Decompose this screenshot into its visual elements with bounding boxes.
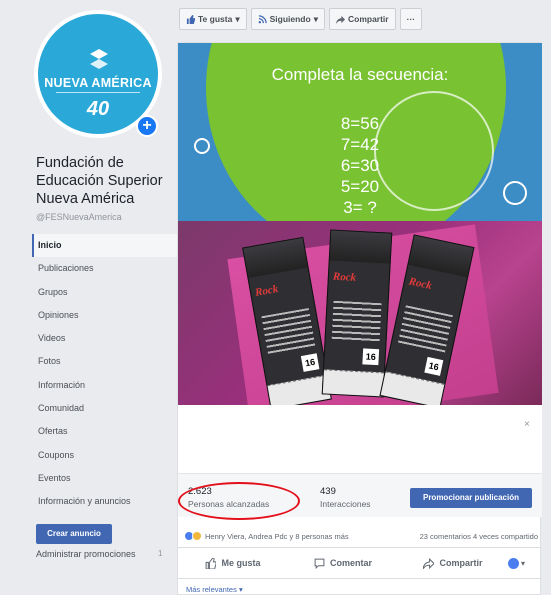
sequence-line: 5=20 xyxy=(340,177,380,196)
sequence-line: 6=30 xyxy=(340,156,380,175)
ticket-number: 16 xyxy=(300,353,320,372)
logo-mark-icon xyxy=(90,49,108,69)
thumbs-up-icon xyxy=(206,557,217,569)
ticket-number: 16 xyxy=(362,348,380,366)
sequence-line: 7=42 xyxy=(340,135,380,154)
following-label: Siguiendo xyxy=(269,14,311,24)
more-options-button[interactable]: ··· xyxy=(399,8,423,30)
reactions-row: Henry Viera, Andrea Pdc y 8 personas más… xyxy=(184,529,538,543)
dropdown-caret-icon: ▾ xyxy=(235,13,240,24)
like-page-label: Te gusta xyxy=(198,14,233,24)
page-action-bar: Te gusta ▾ Siguiendo ▾ Compartir ··· xyxy=(179,8,423,34)
share-page-label: Compartir xyxy=(347,14,389,24)
puzzle-title: Completa la secuencia: xyxy=(271,65,449,84)
nav-item-fotos[interactable]: Fotos xyxy=(32,350,178,373)
puzzle-sequence: 8=56 7=42 6=30 5=20 3= ? xyxy=(178,113,542,218)
audience-selector[interactable]: ▾ xyxy=(508,557,542,569)
comment-button[interactable]: Comentar xyxy=(288,558,398,569)
logo-name: NUEVA AMÉRICA xyxy=(44,76,152,90)
promotions-count: 1 xyxy=(158,549,163,558)
page-nav: Inicio Publicaciones Grupos Opiniones Vi… xyxy=(32,234,178,514)
nav-item-inicio[interactable]: Inicio xyxy=(32,234,178,258)
post-actions: Me gusta Comentar Compartir ▾ xyxy=(178,547,542,579)
nav-item-comunidad[interactable]: Comunidad xyxy=(32,397,178,420)
interactions-label: Interacciones xyxy=(320,499,371,509)
page-handle[interactable]: @FESNuevaAmerica xyxy=(36,212,122,222)
puzzle-image[interactable]: Completa la secuencia: 8=56 7=42 6=30 5=… xyxy=(178,43,542,221)
promote-post-button[interactable]: Promocionar publicación xyxy=(410,488,532,508)
comment-icon xyxy=(314,558,325,569)
sequence-line: 8=56 xyxy=(340,114,380,133)
dropdown-caret-icon: ▾ xyxy=(313,13,318,24)
create-ad-button[interactable]: Crear anuncio xyxy=(36,524,112,544)
ticket-title: Rock xyxy=(407,275,433,293)
like-page-button[interactable]: Te gusta ▾ xyxy=(179,8,247,30)
most-relevant-filter[interactable]: Más relevantes ▾ xyxy=(186,585,243,594)
wow-reaction-icon xyxy=(192,531,202,541)
comment-label: Comentar xyxy=(329,558,372,568)
share-button[interactable]: Compartir xyxy=(398,557,508,569)
nav-item-opiniones[interactable]: Opiniones xyxy=(32,304,178,327)
nav-item-grupos[interactable]: Grupos xyxy=(32,281,178,304)
like-button[interactable]: Me gusta xyxy=(178,557,288,569)
share-label: Compartir xyxy=(439,558,483,568)
reactors-text[interactable]: Henry Viera, Andrea Pdc y 8 personas más xyxy=(205,532,349,541)
reaction-icons[interactable] xyxy=(184,531,202,541)
nav-item-eventos[interactable]: Eventos xyxy=(32,467,178,490)
following-button[interactable]: Siguiendo ▾ xyxy=(250,8,325,30)
sequence-line: 3= ? xyxy=(343,198,377,217)
ticket-title: Rock xyxy=(332,270,357,284)
ticket-number: 16 xyxy=(424,356,444,376)
nav-item-coupons[interactable]: Coupons xyxy=(32,444,178,467)
nav-item-info-anuncios[interactable]: Información y anuncios xyxy=(32,490,178,513)
post-insights: 2.623 Personas alcanzadas 439 Interaccio… xyxy=(178,473,542,520)
nav-item-videos[interactable]: Videos xyxy=(32,327,178,350)
interactions-value: 439 xyxy=(320,486,336,497)
globe-icon xyxy=(508,557,519,569)
add-photo-icon[interactable]: + xyxy=(136,115,158,137)
tickets-photo[interactable]: Rock 16 Rock 16 Rock 16 xyxy=(178,221,542,405)
post-card: Completa la secuencia: 8=56 7=42 6=30 5=… xyxy=(177,42,542,595)
interactions-stat[interactable]: 439 Interacciones xyxy=(320,486,371,509)
close-icon[interactable]: × xyxy=(524,419,530,430)
ticket-title: Rock xyxy=(254,283,280,299)
share-page-button[interactable]: Compartir xyxy=(328,8,396,30)
share-arrow-icon xyxy=(423,557,435,569)
nav-item-publicaciones[interactable]: Publicaciones xyxy=(32,257,178,280)
thumbs-up-icon xyxy=(186,14,195,24)
logo-divider xyxy=(56,92,140,93)
highlight-circle xyxy=(178,482,300,520)
comments-shares-count[interactable]: 23 comentarios 4 veces compartido xyxy=(420,532,538,541)
manage-promotions-link[interactable]: Administrar promociones xyxy=(36,549,136,559)
concert-ticket: Rock 16 xyxy=(321,229,393,398)
nav-item-ofertas[interactable]: Ofertas xyxy=(32,420,178,443)
share-arrow-icon xyxy=(335,15,345,24)
nav-item-informacion[interactable]: Información xyxy=(32,374,178,397)
like-label: Me gusta xyxy=(221,558,261,568)
page-title[interactable]: Fundación de Educación Superior Nueva Am… xyxy=(36,154,176,208)
page-sidebar: NUEVA AMÉRICA 40 + Fundación de Educació… xyxy=(26,0,178,595)
rss-icon xyxy=(258,14,267,23)
dropdown-caret-icon: ▾ xyxy=(521,558,526,568)
